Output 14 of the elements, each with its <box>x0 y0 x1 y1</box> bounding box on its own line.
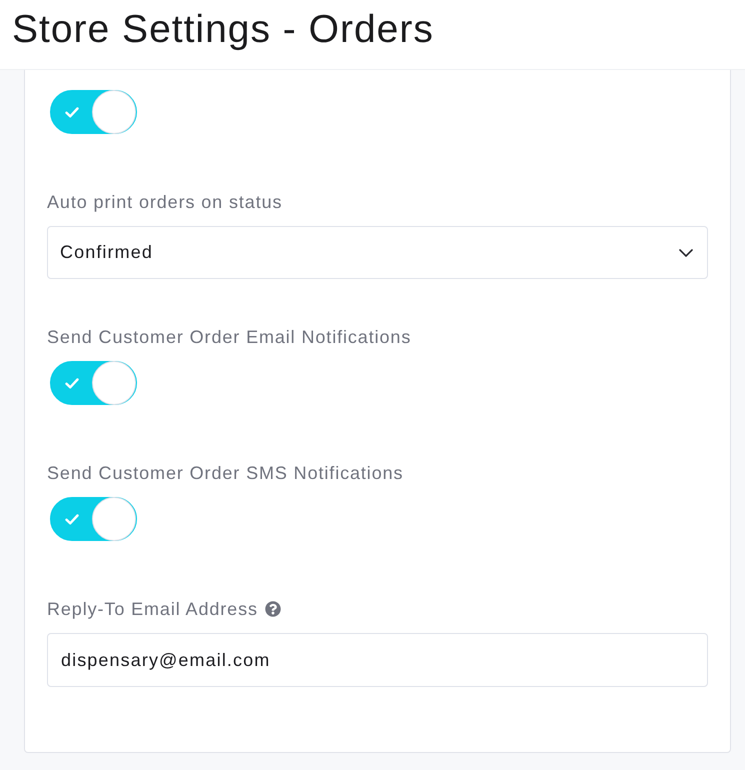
check-icon <box>65 378 79 388</box>
toggle-switch[interactable] <box>50 90 137 134</box>
page-title: Store Settings - Orders <box>12 10 434 49</box>
email-input[interactable]: dispensary@email.com <box>47 633 708 687</box>
field-label: Reply-To Email Address <box>47 598 258 621</box>
toggle-switch[interactable] <box>50 497 137 541</box>
check-icon <box>65 106 79 118</box>
chevron-down-icon <box>679 248 693 256</box>
check-icon <box>65 514 79 524</box>
field-label: Send Customer Order Email Notifications <box>47 326 412 349</box>
field-label: Auto print orders on status <box>47 191 282 214</box>
status-select[interactable]: Confirmed <box>47 226 708 279</box>
field-label: Send Customer Order SMS Notifications <box>47 462 404 485</box>
toggle-switch[interactable] <box>50 361 137 405</box>
